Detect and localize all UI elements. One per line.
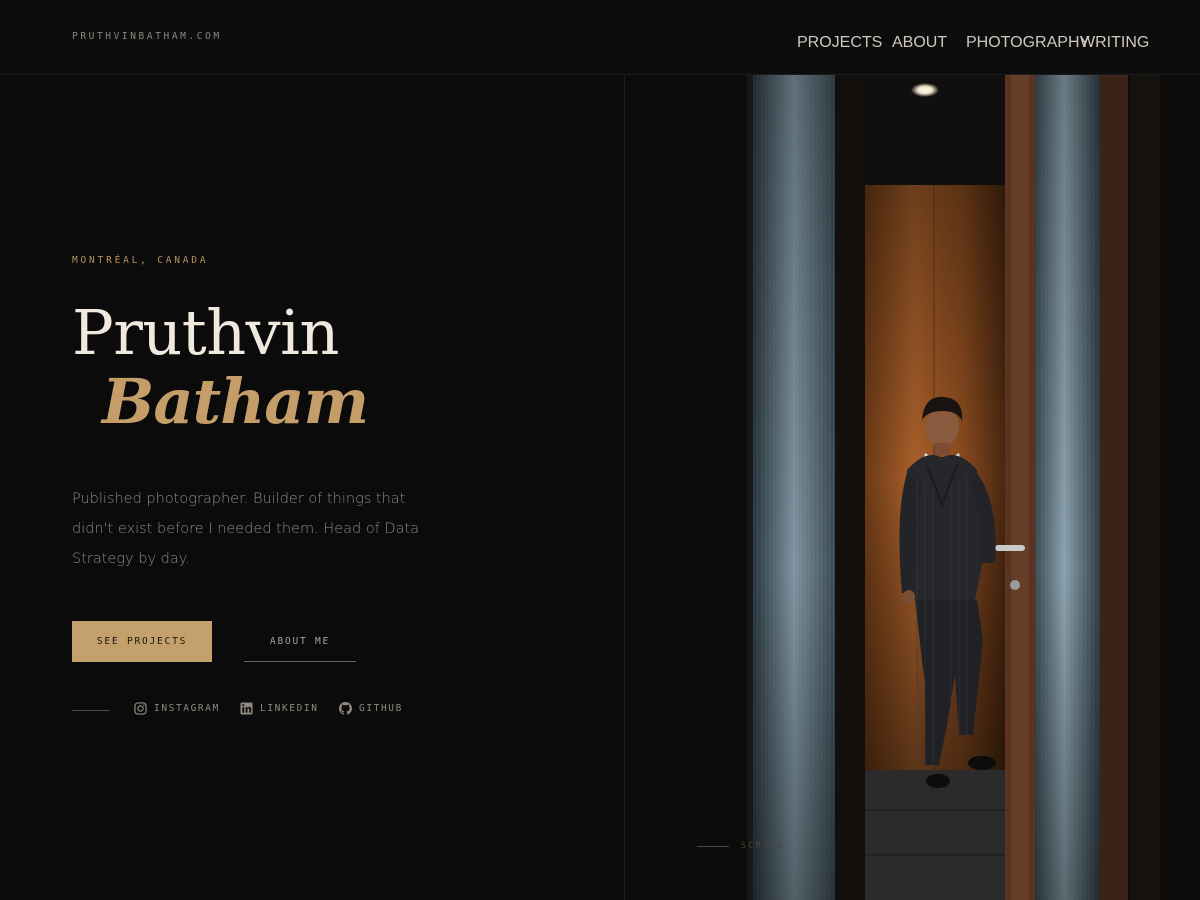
nav-photography[interactable]: PHOTOGRAPHY (966, 34, 1090, 52)
nav-writing[interactable]: WRITING (1080, 34, 1149, 52)
github-link[interactable]: GITHUB (339, 702, 403, 715)
nav-about[interactable]: ABOUT (892, 34, 947, 52)
scroll-line (697, 845, 729, 847)
name-last: Batham (102, 365, 369, 438)
github-icon (339, 702, 352, 715)
github-label: GITHUB (359, 703, 403, 714)
about-me-button[interactable]: ABOUT ME (244, 621, 356, 662)
site-name-link[interactable]: PRUTHVINBATHAM.COM (72, 31, 222, 42)
scroll-indicator[interactable]: SCROLL (697, 841, 785, 851)
instagram-label: INSTAGRAM (154, 703, 220, 714)
linkedin-link[interactable]: LINKEDIN (240, 702, 319, 715)
nav-projects[interactable]: PROJECTS (797, 34, 882, 52)
location-label: MONTRÉAL, CANADA (72, 255, 209, 266)
scroll-label: SCROLL (741, 841, 785, 851)
linkedin-icon (240, 702, 253, 715)
linkedin-label: LINKEDIN (260, 703, 319, 714)
hero-portrait-photo (625, 75, 1200, 900)
see-projects-button[interactable]: SEE PROJECTS (72, 621, 212, 662)
instagram-link[interactable]: INSTAGRAM (134, 702, 220, 715)
social-divider (72, 710, 110, 711)
name-first: Pruthvin (72, 296, 339, 369)
site-header: PRUTHVINBATHAM.COM PROJECTS ABOUT PHOTOG… (0, 0, 1200, 75)
bio-text: Published photographer. Builder of thing… (72, 491, 420, 567)
instagram-icon (134, 702, 147, 715)
